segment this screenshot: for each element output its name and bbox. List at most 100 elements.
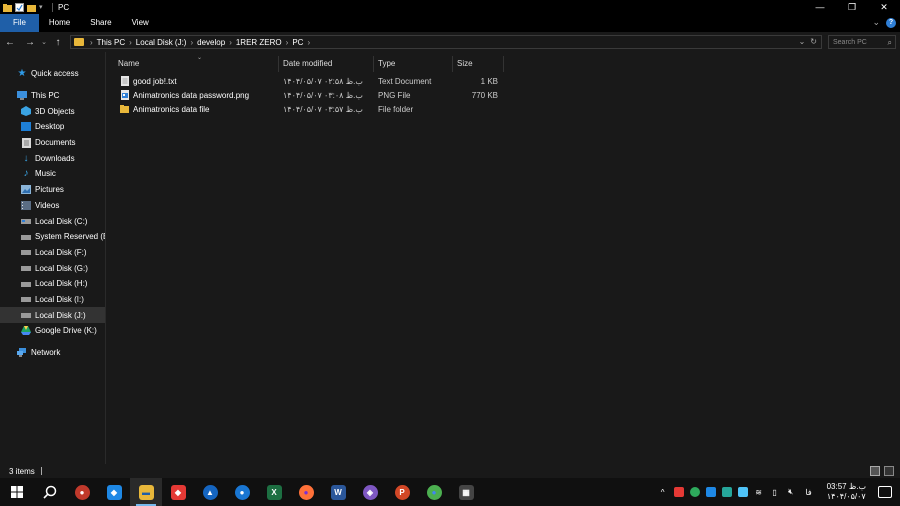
taskbar-calculator[interactable]: ▦ [450,478,482,506]
back-arrow-icon[interactable]: ← [4,36,16,48]
details-view-button[interactable] [870,466,880,476]
nav-label: Quick access [31,69,79,79]
taskbar-firefox[interactable]: ● [290,478,322,506]
excel-icon: X [266,484,282,500]
notifications-icon[interactable] [878,486,892,498]
tray-app-lightblue-icon[interactable] [737,487,748,497]
search-icon: ⌕ [887,38,892,47]
breadcrumb-develop[interactable]: develop [193,38,229,47]
taskbar-app-5[interactable]: ▲ [194,478,226,506]
chevron-right-icon[interactable]: › [307,38,310,47]
properties-icon[interactable] [15,2,24,12]
nav-label: Local Disk (H:) [35,279,88,289]
restore-button[interactable]: ❐ [836,0,868,14]
tray-app-red-icon[interactable] [673,487,684,497]
nav-desktop[interactable]: Desktop [0,119,105,135]
image-file-icon [120,90,129,100]
nav-local-disk-j[interactable]: Local Disk (J:) [0,307,105,323]
ribbon-tabs: File Home Share View ⌄ ? [0,14,900,32]
nav-quick-access[interactable]: ★ Quick access [0,66,105,82]
file-name: Animatronics data password.png [133,90,250,100]
clock-time: 03:57 ب.ظ [826,482,866,491]
navigation-pane: ★ Quick access This PC 3D Objects Deskto… [0,52,106,464]
volume-muted-icon[interactable]: 🔇︎ [786,487,796,497]
nav-local-disk-h[interactable]: Local Disk (H:) [0,276,105,292]
tab-file[interactable]: File [0,14,39,32]
tab-view[interactable]: View [122,14,159,32]
drive-icon [21,216,31,226]
taskbar-app-2[interactable]: ◆ [98,478,130,506]
nav-local-disk-g[interactable]: Local Disk (G:) [0,260,105,276]
close-button[interactable]: ✕ [868,0,900,14]
taskbar-powerpoint[interactable]: P [386,478,418,506]
breadcrumb-this-pc[interactable]: This PC [93,38,129,47]
tab-share[interactable]: Share [80,14,121,32]
column-header-name[interactable]: ⌄ Name [107,55,279,72]
up-arrow-icon[interactable]: ↑ [52,36,64,48]
sort-ascending-icon: ⌄ [197,55,203,61]
large-icons-view-button[interactable] [884,466,894,476]
breadcrumb-local-disk-j[interactable]: Local Disk (J:) [132,38,191,47]
nav-network[interactable]: Network [0,345,105,361]
nav-videos[interactable]: Videos [0,198,105,214]
tab-home[interactable]: Home [39,14,80,32]
file-row[interactable]: Animatronics data file ۱۴۰۴/۰۵/۰۷ ب.ظ ۰۳… [107,102,504,116]
nav-pictures[interactable]: Pictures [0,182,105,198]
taskbar-app-1[interactable]: ● [66,478,98,506]
nav-label: Local Disk (I:) [35,294,84,304]
taskbar-anydesk[interactable]: ◆ [162,478,194,506]
start-button[interactable] [0,478,34,506]
new-folder-icon[interactable] [27,3,36,12]
nav-system-reserved-e[interactable]: System Reserved (E:) [0,229,105,245]
quick-access-toolbar: ▾ [0,0,48,14]
breadcrumb-pc[interactable]: PC [288,38,307,47]
wifi-icon[interactable]: ≋ [754,487,764,497]
column-header-size[interactable]: Size [453,56,504,72]
file-row[interactable]: good job!.txt ۱۴۰۴/۰۵/۰۷ ب.ظ ۰۲:۵۸ Text … [107,74,504,88]
breadcrumb-1rer-zero[interactable]: 1RER ZERO [232,38,286,47]
address-bar: ← → ⌄ ↑ › This PC › Local Disk (J:) › de… [0,32,900,52]
battery-icon[interactable]: ▯ [770,487,780,497]
nav-3d-objects[interactable]: 3D Objects [0,103,105,119]
nav-this-pc[interactable]: This PC [0,88,105,104]
refresh-icon[interactable]: ↻ [810,37,817,46]
forward-arrow-icon[interactable]: → [24,36,36,48]
taskbar-app-6[interactable]: ● [226,478,258,506]
taskbar-excel[interactable]: X [258,478,290,506]
nav-local-disk-c[interactable]: Local Disk (C:) [0,213,105,229]
help-icon[interactable]: ? [886,17,896,28]
search-button[interactable] [34,478,66,506]
recent-locations-chevron-icon[interactable]: ⌄ [38,36,50,48]
app-icon: ▲ [202,484,218,500]
clock[interactable]: 03:57 ب.ظ ۱۴۰۴/۰۵/۰۷ [827,482,866,502]
taskbar-chrome[interactable]: ● [418,478,450,506]
nav-label: Documents [35,138,76,148]
nav-google-drive-k[interactable]: Google Drive (K:) [0,323,105,339]
address-dropdown-icon[interactable]: ⌄ [799,37,806,46]
customize-toolbar-icon[interactable]: ▾ [39,3,48,12]
pictures-icon [21,185,31,195]
expand-ribbon-icon[interactable]: ⌄ [872,17,880,28]
tray-app-teal-icon[interactable] [721,487,732,497]
nav-documents[interactable]: Documents [0,135,105,151]
file-explorer-icon: ▬ [138,484,154,500]
show-hidden-icons-chevron-icon[interactable]: ^ [658,487,668,497]
minimize-button[interactable]: — [804,0,836,14]
nav-music[interactable]: ♪ Music [0,166,105,182]
file-row[interactable]: Animatronics data password.png ۱۴۰۴/۰۵/۰… [107,88,504,102]
windows-icon [11,486,23,498]
tray-app-blue-icon[interactable] [705,487,716,497]
address-box[interactable]: › This PC › Local Disk (J:) › develop › … [70,35,822,49]
taskbar-app-10[interactable]: ◈ [354,478,386,506]
search-input[interactable]: Search PC ⌕ [828,35,896,49]
column-header-date[interactable]: Date modified [279,56,374,72]
taskbar-file-explorer[interactable]: ▬ [130,478,162,506]
taskbar-word[interactable]: W [322,478,354,506]
column-header-type[interactable]: Type [374,56,453,72]
nav-local-disk-f[interactable]: Local Disk (F:) [0,245,105,261]
language-indicator[interactable]: فا [802,487,816,497]
tray-app-green-icon[interactable] [689,487,700,497]
clock-date: ۱۴۰۴/۰۵/۰۷ [826,492,866,501]
nav-local-disk-i[interactable]: Local Disk (I:) [0,292,105,308]
nav-downloads[interactable]: ↓ Downloads [0,150,105,166]
